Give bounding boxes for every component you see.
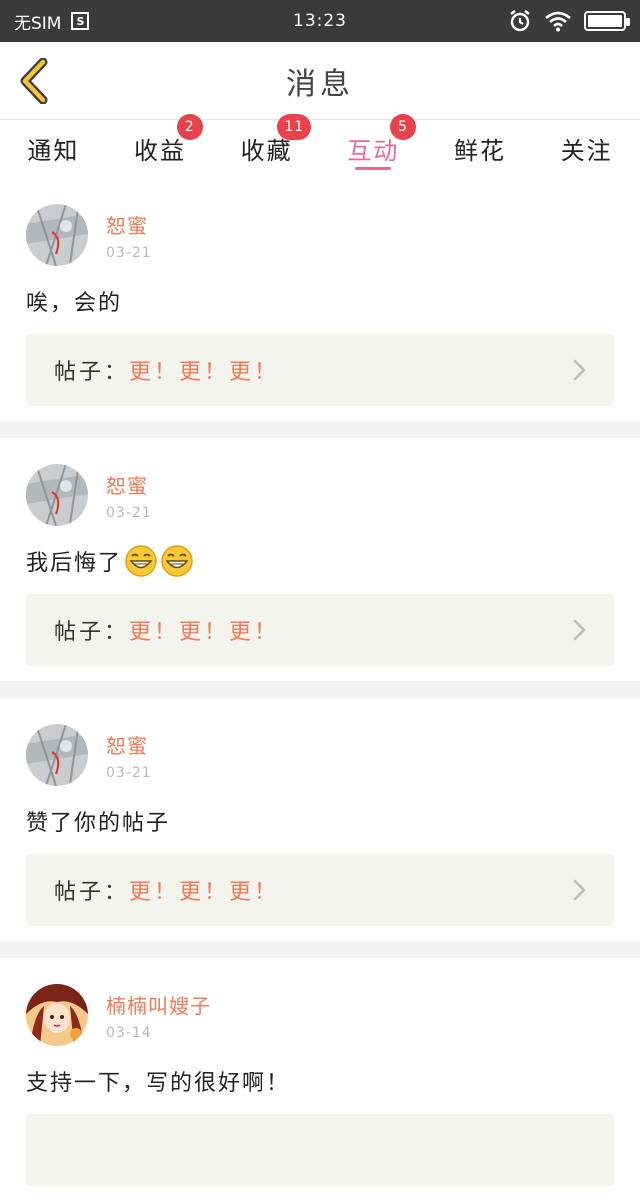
comment-body: 支持一下，写的很好啊！ — [26, 1071, 291, 1096]
grinning-emoji-icon — [125, 545, 157, 577]
tab-label: 收益 — [134, 136, 186, 165]
post-title: 更！更！更！ — [129, 880, 280, 905]
user-meta: 楠楠叫嫂子 03-14 — [106, 990, 211, 1041]
comment-body: 唉，会的 — [26, 291, 123, 316]
status-bar: 无SIM S 13:23 — [0, 0, 640, 42]
user-meta: 恕蜜 03-21 — [106, 210, 152, 261]
list-item[interactable]: 恕蜜 03-21 赞了你的帖子 帖子：更！更！更！ — [0, 698, 640, 941]
user-name[interactable]: 恕蜜 — [106, 470, 152, 499]
user-meta: 恕蜜 03-21 — [106, 470, 152, 521]
tab-flowers[interactable]: 鲜花 — [427, 120, 534, 176]
tab-label: 关注 — [560, 136, 613, 165]
chevron-right-icon — [573, 359, 586, 381]
carrier-label: 无SIM — [14, 13, 62, 34]
unread-badge: 11 — [277, 114, 312, 140]
avatar[interactable] — [26, 724, 88, 786]
post-ref: 帖子：更！更！更！ — [54, 614, 279, 646]
tab-interactions[interactable]: 互动 5 — [320, 114, 427, 176]
post-ref: 帖子：更！更！更！ — [54, 354, 279, 386]
card-header: 恕蜜 03-21 — [26, 724, 614, 786]
post-link[interactable] — [26, 1114, 614, 1186]
back-button[interactable] — [14, 56, 54, 106]
user-name[interactable]: 恕蜜 — [106, 730, 152, 759]
tab-label: 互动 — [347, 136, 400, 165]
user-name[interactable]: 恕蜜 — [106, 210, 152, 239]
grinning-emoji-icon — [161, 545, 193, 577]
status-right — [508, 9, 630, 33]
comment-text: 赞了你的帖子 — [26, 804, 614, 838]
page-title: 消息 — [286, 66, 354, 102]
interaction-feed: 恕蜜 03-21 唉，会的 帖子：更！更！更！ 恕蜜 03-21 我后悔了 帖子… — [0, 178, 640, 1201]
tab-favorites[interactable]: 收藏 11 — [213, 114, 320, 176]
comment-text: 我后悔了 — [26, 544, 614, 578]
battery-level — [588, 15, 622, 27]
post-link[interactable]: 帖子：更！更！更！ — [26, 594, 614, 666]
unread-badge: 2 — [176, 114, 203, 140]
post-date: 03-21 — [106, 504, 152, 521]
tab-bar: 通知 收益 2 收藏 11 互动 5 鲜花 关注 — [0, 114, 640, 176]
post-date: 03-14 — [106, 1024, 152, 1041]
comment-body: 我后悔了 — [26, 551, 123, 576]
list-item[interactable]: 楠楠叫嫂子 03-14 支持一下，写的很好啊！ — [0, 958, 640, 1201]
post-title: 更！更！更！ — [129, 620, 280, 645]
chevron-right-icon — [573, 879, 586, 901]
battery-icon — [584, 11, 630, 31]
post-title: 更！更！更！ — [129, 360, 280, 385]
chevron-left-icon — [20, 58, 48, 104]
card-header: 恕蜜 03-21 — [26, 464, 614, 526]
post-date: 03-21 — [106, 244, 152, 261]
avatar[interactable] — [26, 204, 88, 266]
list-item[interactable]: 恕蜜 03-21 唉，会的 帖子：更！更！更！ — [0, 178, 640, 421]
tab-notifications[interactable]: 通知 — [0, 120, 107, 176]
post-ref: 帖子：更！更！更！ — [54, 874, 279, 906]
card-header: 楠楠叫嫂子 03-14 — [26, 984, 614, 1046]
list-item[interactable]: 恕蜜 03-21 我后悔了 帖子：更！更！更！ — [0, 438, 640, 681]
post-prefix: 帖子： — [54, 880, 130, 905]
post-link[interactable]: 帖子：更！更！更！ — [26, 334, 614, 406]
chevron-right-icon — [573, 619, 586, 641]
alarm-icon — [510, 10, 530, 32]
post-date: 03-21 — [106, 764, 152, 781]
tab-following[interactable]: 关注 — [533, 120, 640, 176]
unread-badge: 5 — [390, 114, 417, 140]
status-left: 无SIM S — [14, 9, 90, 34]
post-prefix: 帖子： — [54, 360, 130, 385]
avatar[interactable] — [26, 464, 88, 526]
user-meta: 恕蜜 03-21 — [106, 730, 152, 781]
card-header: 恕蜜 03-21 — [26, 204, 614, 266]
active-tab-indicator — [355, 167, 392, 170]
comment-body: 赞了你的帖子 — [26, 811, 171, 836]
sim-icon: S — [71, 12, 90, 30]
tab-label: 通知 — [27, 136, 80, 165]
tab-label: 鲜花 — [454, 136, 507, 165]
user-name[interactable]: 楠楠叫嫂子 — [106, 990, 211, 1019]
nav-bar: 消息 — [0, 42, 640, 120]
divider — [0, 421, 640, 438]
post-prefix: 帖子： — [54, 620, 130, 645]
tab-earnings[interactable]: 收益 2 — [107, 114, 214, 176]
divider — [0, 681, 640, 698]
avatar[interactable] — [26, 984, 88, 1046]
post-link[interactable]: 帖子：更！更！更！ — [26, 854, 614, 926]
divider — [0, 941, 640, 958]
comment-text: 支持一下，写的很好啊！ — [26, 1064, 614, 1098]
comment-text: 唉，会的 — [26, 284, 614, 318]
wifi-icon — [545, 11, 571, 32]
